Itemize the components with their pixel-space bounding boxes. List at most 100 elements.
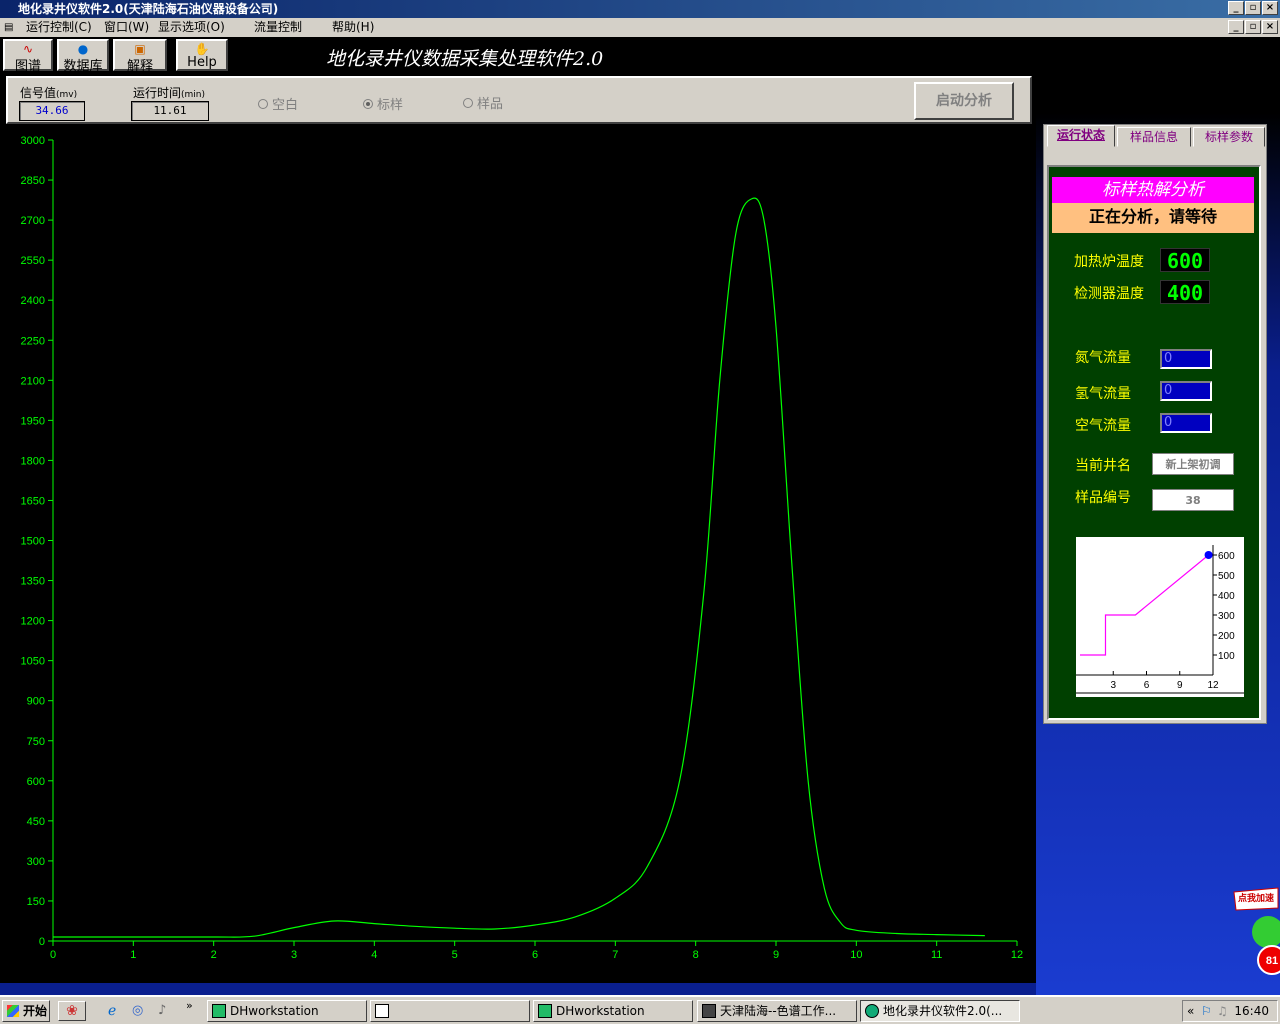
mini-x-tick-label: 6 — [1144, 680, 1150, 691]
x-tick-label: 6 — [532, 949, 538, 961]
interpret-button[interactable]: ▣ 解释 — [113, 39, 167, 74]
y-tick-label: 3000 — [21, 135, 45, 147]
mini-y-tick-label: 400 — [1218, 591, 1235, 602]
radio-blank[interactable]: 空白 — [258, 94, 298, 113]
menu-bar: ▤ 运行控制(C) 窗口(W) 显示选项(O) 流量控制 帮助(H) _ ▫ × — [0, 18, 1280, 37]
y-tick-label: 600 — [27, 776, 45, 788]
menu-window[interactable]: 窗口(W) — [104, 18, 149, 37]
start-label: 开始 — [23, 1004, 48, 1018]
task-folder[interactable] — [370, 1000, 530, 1022]
x-tick-label: 12 — [1011, 949, 1023, 961]
y-tick-label: 450 — [27, 816, 45, 828]
speedup-label: 点我加速 — [1238, 892, 1274, 903]
taskbar: 开始 ❀ ℯ ◎ ♪ » DHworkstation DHworkstation… — [0, 995, 1280, 1024]
y-tick-label: 0 — [39, 936, 45, 948]
chromatogram-chart: 0150300450600750900105012001350150016501… — [21, 135, 1024, 961]
x-tick-label: 10 — [850, 949, 862, 961]
app-title: 地化录井仪数据采集处理软件2.0 — [326, 48, 604, 70]
current-temp-marker — [1204, 551, 1213, 559]
globe-icon — [865, 1004, 879, 1018]
mediaplayer-icon[interactable]: ♪ — [158, 1003, 166, 1018]
frog-icon — [1252, 916, 1280, 948]
volume-icon[interactable]: ♫ — [1217, 1001, 1228, 1021]
y-tick-label: 150 — [27, 896, 45, 908]
air-flow-value: 0 — [1160, 413, 1212, 433]
task-geochem-software[interactable]: 地化录井仪软件2.0(... — [860, 1000, 1020, 1022]
chromatogram-app-icon — [702, 1004, 716, 1018]
nitrogen-flow-label: 氮气流量 — [1075, 350, 1131, 366]
radio-dot-icon — [463, 97, 473, 108]
restore-button[interactable]: ▫ — [1245, 1, 1261, 15]
y-tick-label: 1950 — [21, 415, 45, 427]
task-dhworkstation-1[interactable]: DHworkstation — [207, 1000, 367, 1022]
tab-run-status[interactable]: 运行状态 — [1047, 125, 1115, 147]
sample-number-value: 38 — [1152, 489, 1234, 511]
y-tick-label: 1650 — [21, 495, 45, 507]
hydrogen-flow-value: 0 — [1160, 381, 1212, 401]
mini-x-tick-label: 9 — [1177, 680, 1183, 691]
task-chromatography[interactable]: 天津陆海--色谱工作... — [697, 1000, 857, 1022]
y-tick-label: 300 — [27, 856, 45, 868]
menu-display-options[interactable]: 显示选项(O) — [158, 18, 225, 37]
y-tick-label: 1800 — [21, 455, 45, 467]
well-name-value: 新上架初调 — [1152, 453, 1234, 475]
x-tick-label: 3 — [291, 949, 297, 961]
database-button[interactable]: ● 数据库 — [57, 39, 109, 74]
status-banner: 正在分析，请等待 — [1052, 203, 1254, 233]
document-window-controls: _ ▫ × — [1228, 20, 1278, 34]
task-dhworkstation-2[interactable]: DHworkstation — [533, 1000, 693, 1022]
system-tray: « ⚐ ♫ 16:40 — [1182, 1000, 1278, 1022]
y-tick-label: 2250 — [21, 335, 45, 347]
chromatogram-label: 图谱 — [14, 59, 41, 74]
menu-help[interactable]: 帮助(H) — [332, 18, 374, 37]
tab-sample-info[interactable]: 样品信息 — [1117, 127, 1191, 147]
tray-expand-button[interactable]: « — [1187, 1001, 1194, 1021]
furnace-temp-display: 600 — [1160, 248, 1210, 273]
speedup-widget[interactable]: 点我加速 81 — [1232, 886, 1280, 982]
toolbar: ∿ 图谱 ● 数据库 ▣ 解释 ✋ Help — [0, 37, 1280, 74]
ie-icon[interactable]: ℯ — [108, 1003, 116, 1019]
start-button[interactable]: 开始 — [2, 1000, 50, 1022]
start-analysis-button[interactable]: 启动分析 — [914, 82, 1014, 120]
doc-close-button[interactable]: × — [1262, 20, 1278, 34]
browser-icon[interactable]: ◎ — [132, 1003, 143, 1018]
app-icon — [538, 1004, 552, 1018]
help-button[interactable]: ✋ Help — [176, 39, 228, 71]
mini-y-tick-label: 600 — [1218, 551, 1235, 562]
x-tick-label: 8 — [693, 949, 699, 961]
y-tick-label: 1200 — [21, 616, 45, 628]
menu-flow-control[interactable]: 流量控制 — [254, 18, 302, 37]
hydrogen-flow-label: 氢气流量 — [1075, 386, 1131, 402]
nitrogen-flow-value: 0 — [1160, 349, 1212, 369]
doc-minimize-button[interactable]: _ — [1228, 20, 1244, 34]
tab-standard-params[interactable]: 标样参数 — [1193, 127, 1265, 147]
mini-x-tick-label: 3 — [1110, 680, 1116, 691]
x-tick-label: 7 — [612, 949, 618, 961]
x-tick-label: 0 — [50, 949, 56, 961]
mini-y-tick-label: 200 — [1218, 631, 1235, 642]
minimize-button[interactable]: _ — [1228, 1, 1244, 15]
x-tick-label: 2 — [211, 949, 217, 961]
temperature-program-line — [1080, 554, 1209, 656]
quicklaunch-group-icon[interactable]: ❀ — [58, 1001, 86, 1021]
close-button[interactable]: × — [1262, 1, 1278, 15]
y-tick-label: 1050 — [21, 656, 45, 668]
more-icon[interactable]: » — [186, 999, 193, 1012]
doc-icon: ▤ — [4, 22, 14, 33]
network-icon[interactable]: ⚐ — [1201, 1001, 1212, 1021]
menu-run-control[interactable]: 运行控制(C) — [26, 18, 92, 37]
radio-standard[interactable]: 标样 — [363, 94, 403, 113]
mini-y-tick-label: 300 — [1218, 611, 1235, 622]
temperature-program-chart: 100 200 300 400 500 600 3 6 9 12 — [1076, 537, 1244, 697]
y-tick-label: 1350 — [21, 576, 45, 588]
x-tick-label: 5 — [452, 949, 458, 961]
y-tick-label: 1500 — [21, 536, 45, 548]
speedup-value: 81 — [1266, 955, 1278, 967]
window-title: 地化录井仪软件2.0(天津陆海石油仪器设备公司) — [18, 2, 279, 16]
chromatogram-button[interactable]: ∿ 图谱 — [3, 39, 53, 74]
signal-series-line — [53, 197, 985, 938]
radio-sample[interactable]: 样品 — [463, 93, 503, 112]
y-tick-label: 2850 — [21, 175, 45, 187]
folder-icon — [375, 1004, 389, 1018]
doc-restore-button[interactable]: ▫ — [1245, 20, 1261, 34]
